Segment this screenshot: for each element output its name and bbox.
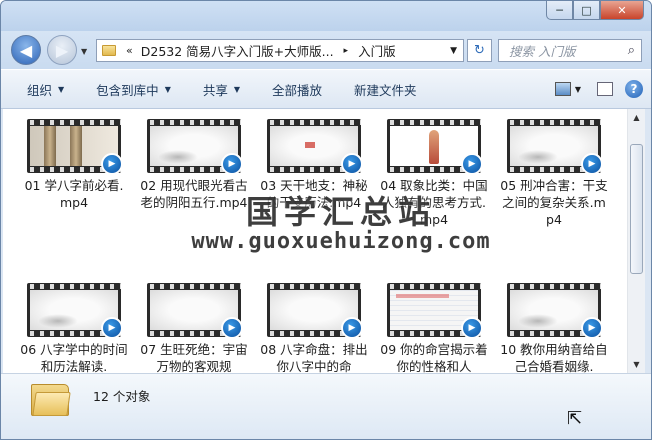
file-item[interactable]: ▶ 05 刑冲合害：干支之间的复杂关系.mp4 [499, 119, 609, 228]
view-options-dropdown[interactable]: ▼ [575, 85, 581, 94]
file-item[interactable]: ▶ 10 教你用纳音给自己合婚看姻缘. [499, 283, 609, 373]
folder-icon [102, 45, 116, 56]
navigation-bar: ◀ ▶ ▼ « D2532 简易八字入门版+大师版... ▸ 入门版 ▼ ↻ 搜… [1, 31, 651, 69]
file-name: 08 八字命盘：排出你八字中的命 [260, 342, 368, 373]
media-player-icon: ▶ [581, 317, 603, 339]
close-button[interactable]: ✕ [600, 1, 644, 20]
refresh-icon: ↻ [474, 43, 485, 58]
media-player-icon: ▶ [341, 317, 363, 339]
command-bar: 组织 ▼ 包含到库中 ▼ 共享 ▼ 全部播放 新建文件夹 ▼ ? [1, 69, 651, 109]
file-item[interactable]: ▶ 09 你的命宫揭示着你的性格和人 [379, 283, 489, 373]
scrollbar-thumb[interactable] [630, 144, 643, 274]
item-count: 12 个对象 [93, 389, 151, 404]
media-player-icon: ▶ [581, 153, 603, 175]
chevron-down-icon: ▼ [58, 84, 65, 94]
chevron-down-icon: ▼ [233, 84, 241, 94]
vertical-scrollbar[interactable]: ▲ ▼ [627, 109, 645, 373]
refresh-button[interactable]: ↻ [467, 39, 492, 62]
address-dropdown-icon[interactable]: ▼ [450, 46, 457, 56]
share-menu[interactable]: 共享 ▼ [203, 80, 240, 99]
search-input[interactable]: 搜索 入门版 ⌕ [498, 39, 642, 62]
new-folder-button[interactable]: 新建文件夹 [354, 80, 417, 99]
search-icon[interactable]: ⌕ [628, 43, 635, 58]
media-player-icon: ▶ [101, 153, 123, 175]
file-item[interactable]: ▶ 08 八字命盘：排出你八字中的命 [259, 283, 369, 373]
address-bar[interactable]: « D2532 简易八字入门版+大师版... ▸ 入门版 ▼ [96, 39, 464, 62]
play-all-label: 全部播放 [272, 82, 323, 98]
help-icon[interactable]: ? [625, 80, 643, 98]
mouse-cursor-icon: ⇱ [567, 408, 583, 429]
back-button[interactable]: ◀ [11, 35, 41, 65]
media-player-icon: ▶ [461, 153, 483, 175]
organize-menu[interactable]: 组织 ▼ [27, 80, 64, 99]
breadcrumb-current[interactable]: 入门版 [358, 41, 396, 60]
file-name: 06 八字学中的时间和历法解读. [20, 342, 128, 373]
play-all-button[interactable]: 全部播放 [272, 80, 322, 99]
breadcrumb-parent[interactable]: D2532 简易八字入门版+大师版... [141, 41, 334, 60]
title-bar: ─ □ ✕ [1, 1, 651, 31]
recent-pages-dropdown[interactable]: ▼ [81, 47, 87, 56]
scroll-down-icon[interactable]: ▼ [628, 356, 645, 373]
address-overflow-chevron[interactable]: « [126, 44, 133, 57]
file-name: 07 生旺死绝：宇宙万物的客观规 [140, 342, 248, 373]
arrow-right-icon: ▶ [55, 40, 69, 60]
arrow-left-icon: ◀ [19, 40, 33, 60]
file-list[interactable]: ▶ 01 学八字前必看.mp4 ▶ 02 用现代眼光看古老的阴阳五行.mp4 ▶ 03 天… [3, 109, 627, 373]
media-player-icon: ▶ [461, 317, 483, 339]
explorer-window: ─ □ ✕ ◀ ▶ ▼ « D2532 简易八字入门版+大师版... ▸ 入门版… [0, 0, 652, 440]
media-player-icon: ▶ [221, 153, 243, 175]
folder-icon [31, 384, 71, 416]
file-item[interactable]: ▶ 07 生旺死绝：宇宙万物的客观规 [139, 283, 249, 373]
new-folder-label: 新建文件夹 [354, 82, 417, 98]
maximize-button[interactable]: □ [573, 1, 600, 20]
file-item[interactable]: ▶ 04 取象比类：中国人独有的思考方式.mp4 [379, 119, 489, 228]
organize-label: 组织 [27, 82, 53, 98]
change-view-icon[interactable] [554, 82, 571, 96]
media-player-icon: ▶ [341, 153, 363, 175]
search-placeholder: 搜索 入门版 [509, 44, 576, 59]
media-player-icon: ▶ [221, 317, 243, 339]
file-name: 03 天干地支：神秘的干支历法.mp4 [260, 178, 368, 210]
details-pane: 12 个对象 ⇱ [1, 373, 651, 439]
media-player-icon: ▶ [101, 317, 123, 339]
scroll-up-icon[interactable]: ▲ [628, 109, 645, 126]
file-item[interactable]: ▶ 06 八字学中的时间和历法解读. [19, 283, 129, 373]
preview-pane-icon[interactable] [597, 82, 613, 96]
file-name: 01 学八字前必看.mp4 [24, 178, 124, 210]
share-label: 共享 [202, 82, 228, 98]
file-item[interactable]: ▶ 03 天干地支：神秘的干支历法.mp4 [259, 119, 369, 211]
file-name: 10 教你用纳音给自己合婚看姻缘. [500, 342, 608, 373]
include-in-library-menu[interactable]: 包含到库中 ▼ [96, 80, 171, 99]
forward-button[interactable]: ▶ [47, 35, 77, 65]
file-item[interactable]: ▶ 02 用现代眼光看古老的阴阳五行.mp4 [139, 119, 249, 211]
file-name: 04 取象比类：中国人独有的思考方式.mp4 [380, 178, 488, 227]
breadcrumb-separator[interactable]: ▸ [344, 46, 349, 56]
file-name: 09 你的命宫揭示着你的性格和人 [380, 342, 488, 373]
minimize-button[interactable]: ─ [546, 1, 573, 20]
file-name: 05 刑冲合害：干支之间的复杂关系.mp4 [500, 178, 608, 227]
file-name: 02 用现代眼光看古老的阴阳五行.mp4 [140, 178, 248, 210]
file-item[interactable]: ▶ 01 学八字前必看.mp4 [19, 119, 129, 211]
include-label: 包含到库中 [96, 82, 159, 98]
chevron-down-icon: ▼ [164, 84, 171, 94]
